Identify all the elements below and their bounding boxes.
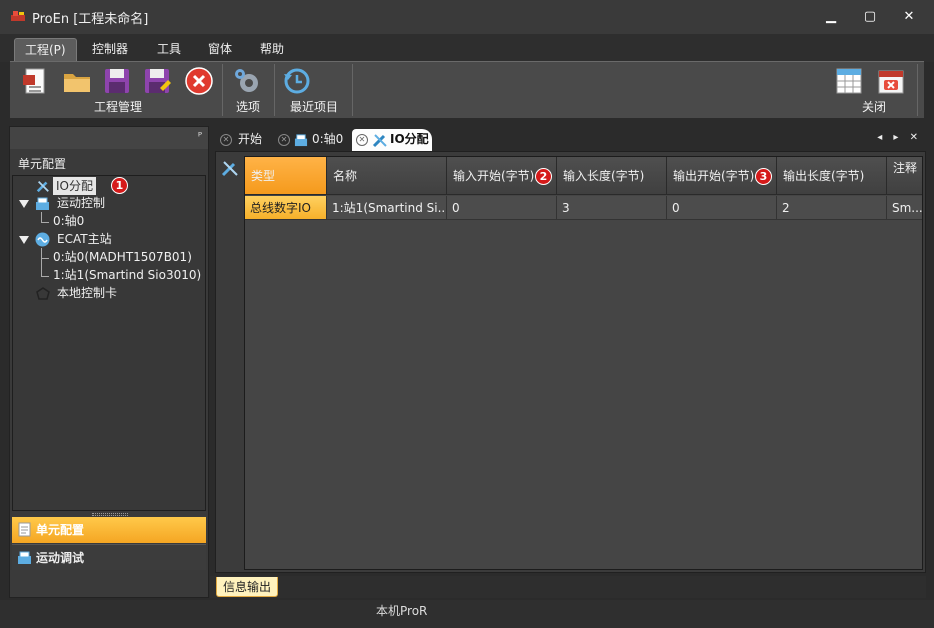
ribbon-separator bbox=[352, 64, 353, 116]
grid-cell-name[interactable]: 1:站1(Smartind Si... bbox=[327, 196, 447, 220]
ribbon-group-options-label: 选项 bbox=[236, 100, 261, 114]
nav-label: 单元配置 bbox=[36, 523, 85, 537]
tree-item-ecat-master[interactable]: ECAT主站 bbox=[57, 230, 112, 248]
ribbon-toolbar: 工程管理 选项 最近项目 关闭 bbox=[10, 61, 924, 118]
column-header-comment[interactable]: 注释 bbox=[887, 157, 922, 195]
callout-badge-2: 2 bbox=[535, 168, 552, 185]
tree-connector bbox=[41, 248, 42, 276]
panel-titlebar: ᴾ bbox=[10, 127, 208, 149]
tab-label: 开始 bbox=[238, 132, 263, 146]
grid-cell-output-start[interactable]: 0 bbox=[667, 196, 777, 220]
column-header-output-length[interactable]: 输出长度(字节) bbox=[777, 157, 887, 195]
status-bar: 本机ProR bbox=[0, 600, 934, 628]
grid-cell-input-length[interactable]: 3 bbox=[557, 196, 667, 220]
tab-close-icon[interactable]: ✕ bbox=[278, 134, 290, 146]
grid-cell-comment[interactable]: Sm... bbox=[887, 196, 922, 220]
ecat-master-icon bbox=[35, 232, 50, 247]
column-header-input-length[interactable]: 输入长度(字节) bbox=[557, 157, 667, 195]
tree-item-motion-control[interactable]: 运动控制 bbox=[57, 194, 105, 212]
menu-project[interactable]: 工程(P) bbox=[14, 38, 77, 62]
expand-arrow-icon[interactable] bbox=[19, 200, 29, 208]
tools-icon[interactable] bbox=[220, 158, 240, 178]
ribbon-group-close-label: 关闭 bbox=[862, 100, 887, 114]
callout-badge-1: 1 bbox=[111, 177, 128, 194]
grid-cell-input-start[interactable]: 0 bbox=[447, 196, 557, 220]
document-tabbar: ✕ 开始 ✕ 0:轴0 ✕ IO分配 ◂ ▸ ✕ bbox=[214, 129, 926, 151]
new-project-icon[interactable] bbox=[20, 66, 50, 96]
tab-close-icon[interactable]: ✕ bbox=[220, 134, 232, 146]
tree-connector bbox=[41, 212, 42, 222]
tree-item-io-allocation[interactable]: IO分配 bbox=[53, 177, 96, 195]
table-view-icon[interactable] bbox=[834, 66, 864, 96]
nav-unit-config[interactable]: 单元配置 bbox=[12, 517, 206, 543]
tab-start[interactable]: ✕ 开始 bbox=[214, 129, 272, 151]
save-icon[interactable] bbox=[102, 66, 132, 96]
tab-close-icon[interactable]: ✕ bbox=[356, 134, 368, 146]
recent-history-icon[interactable] bbox=[282, 66, 312, 96]
expand-arrow-icon[interactable] bbox=[19, 236, 29, 244]
nav-label: 运动调试 bbox=[36, 551, 85, 565]
column-header-name[interactable]: 名称 bbox=[327, 157, 447, 195]
window-title: ProEn [工程未命名] bbox=[32, 12, 149, 27]
tree-item-station-1[interactable]: 1:站1(Smartind Sio3010) bbox=[53, 266, 201, 284]
tree-item-station-0[interactable]: 0:站0(MADHT1507B01) bbox=[53, 248, 192, 266]
grid-cell-type[interactable]: 总线数字IO bbox=[245, 196, 327, 220]
ribbon-separator bbox=[917, 64, 918, 116]
status-text: 本机ProR bbox=[376, 604, 428, 618]
menu-controller[interactable]: 控制器 bbox=[82, 38, 138, 62]
tab-io-allocation[interactable]: ✕ IO分配 bbox=[352, 129, 432, 151]
ribbon-separator bbox=[222, 64, 223, 116]
close-window-button[interactable]: ✕ bbox=[900, 8, 918, 26]
tree-connector bbox=[41, 222, 49, 223]
tab-navigation-controls[interactable]: ◂ ▸ ✕ bbox=[877, 132, 922, 143]
local-card-icon bbox=[36, 287, 50, 300]
tools-icon bbox=[372, 134, 387, 148]
tab-label: IO分配 bbox=[390, 132, 429, 146]
gear-icon[interactable] bbox=[232, 66, 262, 96]
menu-tools[interactable]: 工具 bbox=[147, 38, 191, 62]
tree-connector bbox=[41, 258, 49, 259]
menu-bar: 工程(P) 控制器 工具 窗体 帮助 bbox=[0, 34, 934, 62]
app-logo-icon bbox=[11, 11, 25, 21]
config-tree: IO分配 1 运动控制 0:轴0 ECAT主站 0:站0(MADHT1507B0… bbox=[12, 175, 206, 511]
open-folder-icon[interactable] bbox=[62, 66, 92, 96]
maximize-button[interactable]: ▢ bbox=[861, 8, 879, 26]
title-bar: ProEn [工程未命名] ▁ ▢ ✕ bbox=[0, 0, 934, 34]
tree-connector bbox=[41, 276, 49, 277]
unit-config-panel: ᴾ 单元配置 IO分配 1 运动控制 0:轴0 ECAT主站 0:站0(MADH… bbox=[9, 126, 209, 598]
tab-axis-0[interactable]: ✕ 0:轴0 bbox=[272, 129, 350, 151]
ribbon-group-project-label: 工程管理 bbox=[94, 100, 143, 114]
tools-icon bbox=[36, 181, 49, 193]
document-icon bbox=[18, 522, 31, 537]
nav-motion-debug[interactable]: 运动调试 bbox=[12, 544, 206, 570]
motion-debug-icon bbox=[18, 551, 31, 564]
ribbon-separator bbox=[274, 64, 275, 116]
column-header-type[interactable]: 类型 bbox=[245, 157, 327, 195]
panel-header: 单元配置 bbox=[10, 153, 208, 175]
delete-project-icon[interactable] bbox=[184, 66, 214, 96]
io-allocation-view: 类型 名称 输入开始(字节) 输入长度(字节) 输出开始(字节) 输出长度(字节… bbox=[215, 151, 926, 573]
menu-help[interactable]: 帮助 bbox=[250, 38, 294, 62]
ribbon-group-recent-label: 最近项目 bbox=[290, 100, 339, 114]
tab-label: 0:轴0 bbox=[312, 132, 344, 146]
pin-icon[interactable]: ᴾ bbox=[198, 130, 202, 143]
callout-badge-3: 3 bbox=[755, 168, 772, 185]
save-as-icon[interactable] bbox=[142, 66, 172, 96]
output-tabbar: 信息输出 bbox=[210, 576, 926, 598]
tree-item-axis-0[interactable]: 0:轴0 bbox=[53, 212, 84, 230]
grid-cell-output-length[interactable]: 2 bbox=[777, 196, 887, 220]
io-allocation-grid: 类型 名称 输入开始(字节) 输入长度(字节) 输出开始(字节) 输出长度(字节… bbox=[244, 156, 923, 570]
splitter-grip[interactable] bbox=[92, 513, 128, 516]
close-project-icon[interactable] bbox=[876, 66, 906, 96]
tab-info-output[interactable]: 信息输出 bbox=[216, 577, 279, 597]
motion-control-icon bbox=[36, 197, 49, 210]
motion-control-icon bbox=[294, 134, 308, 147]
tree-item-local-card[interactable]: 本地控制卡 bbox=[57, 284, 117, 302]
menu-window[interactable]: 窗体 bbox=[198, 38, 242, 62]
minimize-button[interactable]: ▁ bbox=[822, 8, 840, 26]
